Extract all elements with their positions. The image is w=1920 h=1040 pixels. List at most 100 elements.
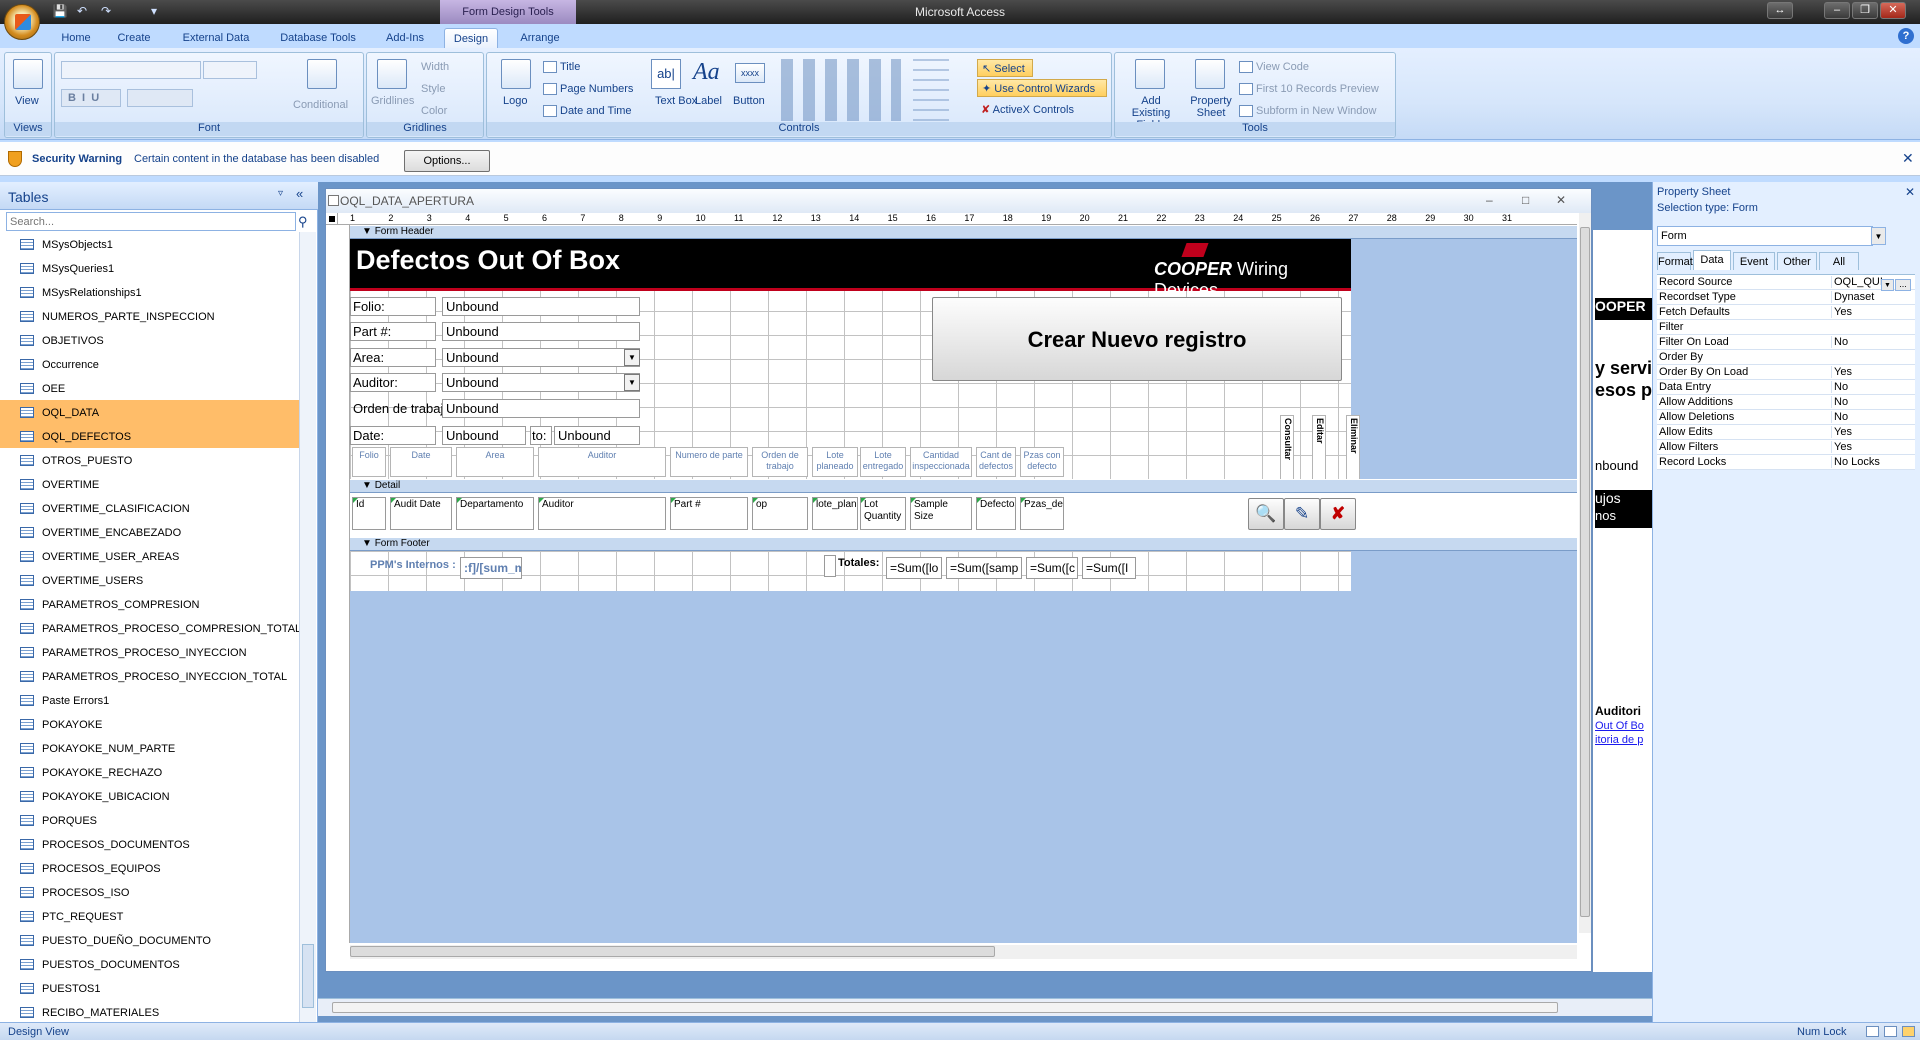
date-from-field[interactable]: Unbound (442, 426, 526, 445)
conditional-button[interactable]: Conditional (293, 99, 348, 111)
page-numbers-button[interactable]: Page Numbers (543, 83, 633, 96)
title-button[interactable]: Title (543, 61, 580, 74)
nav-scroll-thumb[interactable] (302, 944, 314, 1008)
area-label[interactable]: Area: (350, 348, 436, 367)
column-header[interactable]: Cantidad inspeccionada (910, 447, 972, 477)
column-header[interactable]: Date (390, 447, 452, 477)
line-style-icons[interactable] (913, 59, 949, 121)
tab-database-tools[interactable]: Database Tools (270, 28, 366, 48)
property-tab[interactable]: Event (1733, 252, 1775, 270)
select-button[interactable]: ↖ Select (977, 59, 1033, 77)
minimize-icon[interactable]: – (1824, 2, 1850, 19)
label-icon[interactable]: Aa (693, 59, 720, 86)
form-close-icon[interactable]: ✕ (1556, 193, 1566, 207)
auditor-combo[interactable]: Unbound (442, 373, 640, 392)
sum-pzas-field[interactable]: =Sum([I (1082, 557, 1136, 579)
property-row[interactable]: Allow Additions No (1657, 395, 1915, 410)
nav-table-item[interactable]: NUMEROS_PARTE_INSPECCION (0, 304, 300, 328)
property-sheet-close-icon[interactable]: ✕ (1905, 185, 1915, 199)
property-tab[interactable]: Format (1657, 252, 1693, 270)
totales-label[interactable]: Totales: (838, 557, 879, 569)
sum-cant-field[interactable]: =Sum([c (1026, 557, 1078, 579)
part-label[interactable]: Part #: (350, 322, 436, 341)
first-10-records-button[interactable]: First 10 Records Preview (1239, 83, 1379, 96)
conditional-formatting-icon[interactable] (307, 59, 337, 89)
form-selector[interactable] (326, 213, 338, 225)
nav-table-item[interactable]: PROCESOS_DOCUMENTOS (0, 832, 300, 856)
property-tab[interactable]: All (1819, 252, 1859, 270)
column-header[interactable]: Numero de parte (670, 447, 748, 477)
nav-table-item[interactable]: POKAYOKE_RECHAZO (0, 760, 300, 784)
detail-field[interactable]: Departamento (456, 497, 534, 530)
property-row[interactable]: Record Source OQL_QUI (1657, 275, 1915, 290)
nav-table-item[interactable]: PARAMETROS_PROCESO_INYECCION (0, 640, 300, 664)
button-button[interactable]: Button (733, 95, 765, 107)
part-field[interactable]: Unbound (442, 322, 640, 341)
column-header[interactable]: Cant de defectos (976, 447, 1016, 477)
nav-table-item[interactable]: PUESTOS1 (0, 976, 300, 1000)
detail-section-bar[interactable]: ▼ Detail (350, 479, 1577, 493)
nav-table-item[interactable]: MSysQueries1 (0, 256, 300, 280)
property-value[interactable]: Yes (1831, 366, 1915, 378)
property-value[interactable]: Yes (1831, 306, 1915, 318)
property-row[interactable]: Filter (1657, 320, 1915, 335)
area-dropdown-icon[interactable]: ▼ (624, 349, 640, 366)
column-header[interactable]: Lote entregado (860, 447, 906, 477)
nav-table-item[interactable]: PROCESOS_ISO (0, 880, 300, 904)
property-row[interactable]: Order By (1657, 350, 1915, 365)
property-tab[interactable]: Other (1777, 252, 1817, 270)
button-icon[interactable]: xxxx (735, 63, 765, 83)
tab-design[interactable]: Design (444, 28, 498, 48)
activex-controls-button[interactable]: ✘ ActiveX Controls (981, 103, 1074, 116)
nav-table-item[interactable]: POKAYOKE_UBICACION (0, 784, 300, 808)
gridline-style-button[interactable]: Style (421, 83, 445, 95)
property-row[interactable]: Order By On Load Yes (1657, 365, 1915, 380)
selection-combo[interactable]: Form (1657, 226, 1873, 246)
property-value[interactable]: No (1831, 381, 1915, 393)
nav-table-item[interactable]: OQL_DEFECTOS (0, 424, 300, 448)
detail-field[interactable]: lote_planeado (812, 497, 858, 530)
column-header[interactable]: Lote planeado (812, 447, 858, 477)
cooper-logo[interactable]: COOPER Wiring Devices (1154, 259, 1351, 301)
folio-field[interactable]: Unbound (442, 297, 640, 316)
undo-icon[interactable]: ↶ (74, 4, 90, 20)
nav-table-item[interactable]: POKAYOKE_NUM_PARTE (0, 736, 300, 760)
text-box-button[interactable]: Text Box (655, 95, 697, 107)
logo-button[interactable]: Logo (503, 95, 527, 107)
editar-header[interactable]: Editar (1312, 415, 1326, 481)
property-sheet-button[interactable]: Property Sheet (1183, 95, 1239, 119)
eliminar-button[interactable]: ✘ (1320, 498, 1356, 530)
nav-table-item[interactable]: PUESTO_DUEÑO_DOCUMENTO (0, 928, 300, 952)
view-button[interactable]: View (15, 95, 39, 107)
property-value[interactable]: No Locks (1831, 456, 1915, 468)
date-to-field[interactable]: Unbound (554, 426, 640, 445)
date-label[interactable]: Date: (350, 426, 436, 445)
property-row[interactable]: Data Entry No (1657, 380, 1915, 395)
gridline-width-button[interactable]: Width (421, 61, 449, 73)
nav-table-item[interactable]: OVERTIME (0, 472, 300, 496)
redo-icon[interactable]: ↷ (98, 4, 114, 20)
column-header[interactable]: Area (456, 447, 534, 477)
create-new-record-button[interactable]: Crear Nuevo registro (932, 297, 1342, 381)
property-row[interactable]: Allow Deletions No (1657, 410, 1915, 425)
detail-field[interactable]: Lot Quantity (860, 497, 906, 530)
nav-table-item[interactable]: Paste Errors1 (0, 688, 300, 712)
property-value[interactable]: Dynaset (1831, 291, 1915, 303)
property-row[interactable]: Allow Edits Yes (1657, 425, 1915, 440)
tab-home[interactable]: Home (50, 28, 102, 48)
nav-table-item[interactable]: Occurrence (0, 352, 300, 376)
font-name-combo[interactable] (61, 61, 201, 79)
nav-table-item[interactable]: OEE (0, 376, 300, 400)
help-icon[interactable]: ? (1898, 28, 1914, 44)
nav-table-item[interactable]: PTC_REQUEST (0, 904, 300, 928)
detail-field[interactable]: Id (352, 497, 386, 530)
document-horizontal-scrollbar[interactable] (318, 998, 1652, 1016)
nav-pane-header[interactable]: Tables ▿ « (0, 182, 318, 210)
ppm-internos-field[interactable]: :f]/[sum_mu (460, 557, 522, 579)
record-source-dropdown-icon[interactable]: ▼ (1881, 279, 1894, 291)
customize-qat-icon[interactable]: ▾ (146, 4, 162, 20)
auditor-dropdown-icon[interactable]: ▼ (624, 374, 640, 391)
form-vscroll-thumb[interactable] (1580, 227, 1590, 917)
property-tab[interactable]: Data (1693, 250, 1731, 270)
restore-icon[interactable]: ❐ (1852, 2, 1878, 19)
